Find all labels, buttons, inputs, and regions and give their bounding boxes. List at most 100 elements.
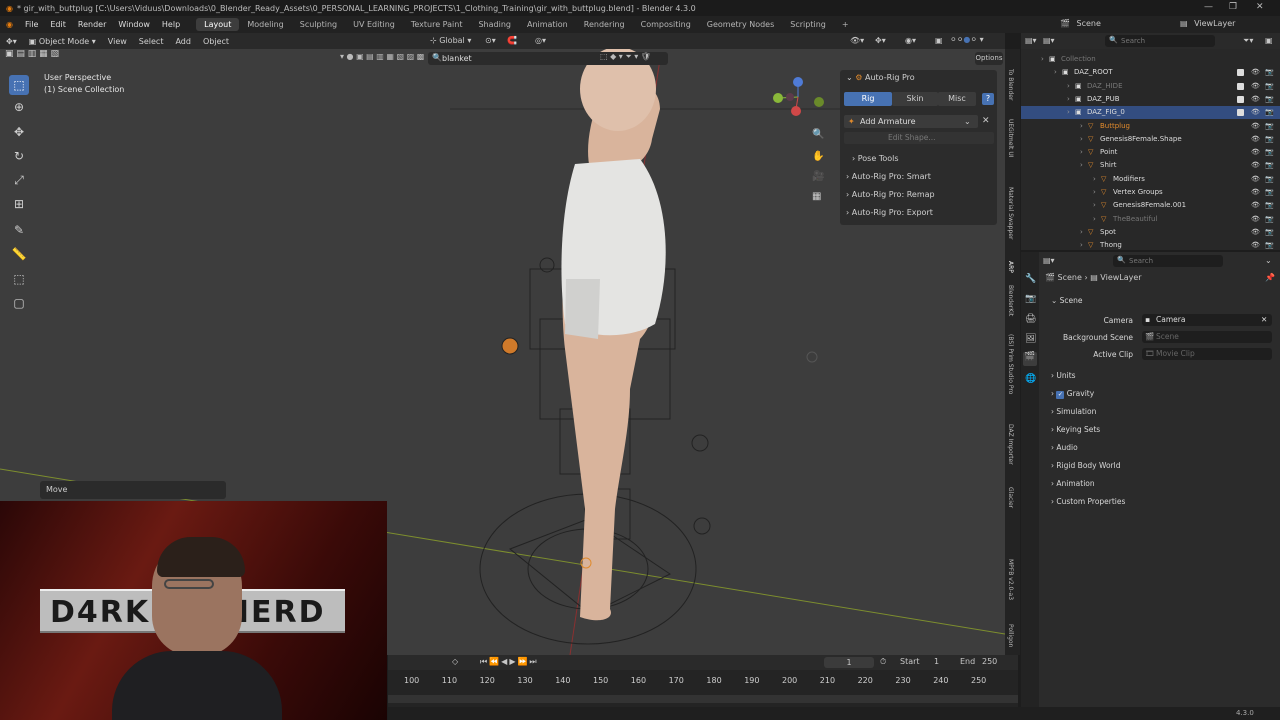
search-input[interactable]: blanket bbox=[442, 54, 472, 63]
tab-scripting[interactable]: Scripting bbox=[782, 18, 834, 31]
render-camera-icon[interactable]: 📷 bbox=[1265, 159, 1274, 172]
outliner-row[interactable]: › ▣ DAZ_FIG_0 👁 📷 bbox=[1021, 106, 1280, 120]
outliner-row[interactable]: › ▽ Modifiers 👁 📷 bbox=[1021, 173, 1280, 186]
visibility-eye-icon[interactable]: 👁 bbox=[1251, 66, 1260, 79]
move-tool-icon[interactable]: ✥ bbox=[9, 122, 29, 142]
world-tab-icon[interactable]: 🌐 bbox=[1025, 374, 1036, 384]
outliner-row[interactable]: › ▣ DAZ_ROOT 👁 📷 bbox=[1021, 66, 1280, 79]
camera-field[interactable]: ▪ Camera ✕ bbox=[1142, 314, 1272, 326]
outliner-row[interactable]: › ▽ Point 👁 📷 bbox=[1021, 146, 1280, 159]
outliner-row[interactable]: › ▽ Thong 👁 📷 bbox=[1021, 239, 1280, 250]
menu-help[interactable]: Help bbox=[156, 20, 186, 29]
render-tab-icon[interactable]: 📷 bbox=[1025, 294, 1036, 304]
tab-modeling[interactable]: Modeling bbox=[239, 18, 291, 31]
tab-material-swapper[interactable]: Material Swapper bbox=[1007, 187, 1014, 239]
playback-controls[interactable]: ⏮⏪◀▶⏩⏭ bbox=[480, 657, 539, 667]
render-camera-icon[interactable]: 📷 bbox=[1265, 199, 1274, 212]
scene-panel-header[interactable]: ⌄ Scene bbox=[1051, 296, 1083, 305]
properties-editor-icon[interactable]: ▤▾ bbox=[1043, 256, 1055, 265]
scene-selector[interactable]: 🎬 Scene bbox=[1060, 19, 1101, 28]
edit-shape-button[interactable]: Edit Shape... bbox=[844, 132, 994, 144]
shading-modes[interactable]: ⚪⚪●⚪ ▾ bbox=[950, 35, 984, 44]
gravity-panel[interactable]: › ✓ Gravity bbox=[1051, 389, 1094, 399]
visibility-eye-icon[interactable]: 👁 bbox=[1251, 213, 1260, 226]
cursor-tool-icon[interactable]: ⊕ bbox=[9, 97, 29, 117]
expand-icon[interactable]: › bbox=[1067, 106, 1070, 119]
close-icon[interactable]: ✕ bbox=[1256, 2, 1264, 12]
tab-animation[interactable]: Animation bbox=[519, 18, 576, 31]
expand-icon[interactable]: › bbox=[1080, 159, 1083, 172]
render-camera-icon[interactable]: 📷 bbox=[1265, 239, 1274, 250]
render-camera-icon[interactable]: 📷 bbox=[1265, 173, 1274, 186]
outliner-row[interactable]: › ▽ Buttplug 👁 📷 bbox=[1021, 120, 1280, 133]
expand-icon[interactable]: › bbox=[1054, 66, 1057, 79]
expand-icon[interactable]: › bbox=[1067, 80, 1070, 93]
timeline[interactable]: ◇ ⏮⏪◀▶⏩⏭ 1 ⏱ Start 1 End 250 100 110 120 13… bbox=[388, 655, 1018, 707]
properties-search-input[interactable]: Search bbox=[1129, 257, 1153, 265]
tab-polligon[interactable]: Polligon bbox=[1007, 624, 1014, 647]
expand-icon[interactable]: › bbox=[1080, 133, 1083, 146]
move-operator-panel[interactable]: Move bbox=[40, 481, 226, 499]
pose-tools-section[interactable]: › Pose Tools bbox=[852, 154, 899, 163]
outliner-row[interactable]: › ▽ Vertex Groups 👁 📷 bbox=[1021, 186, 1280, 199]
visibility-eye-icon[interactable]: 👁 bbox=[1251, 133, 1260, 146]
keying-sets-panel[interactable]: › Keying Sets bbox=[1051, 425, 1100, 434]
expand-icon[interactable]: › bbox=[1080, 120, 1083, 133]
visibility-eye-icon[interactable]: 👁 bbox=[1251, 146, 1260, 159]
measure-tool-icon[interactable]: 📏 bbox=[9, 244, 29, 264]
tab-arp[interactable]: ARP bbox=[1007, 261, 1014, 273]
units-panel[interactable]: › Units bbox=[1051, 371, 1076, 380]
render-camera-icon[interactable]: 📷 bbox=[1265, 186, 1274, 199]
tab-mpfb[interactable]: MPFB v2.0-a3 bbox=[1007, 559, 1014, 600]
tab-to-blender[interactable]: To Blender bbox=[1007, 69, 1014, 100]
orientation-dropdown[interactable]: ⊹ Global ▾ bbox=[430, 36, 471, 45]
expand-icon[interactable]: › bbox=[1080, 226, 1083, 239]
tab-geometry-nodes[interactable]: Geometry Nodes bbox=[699, 18, 782, 31]
tab-daz-importer[interactable]: DAZ Importer bbox=[1007, 424, 1014, 465]
tab-rig[interactable]: Rig bbox=[844, 92, 892, 106]
custom-properties-panel[interactable]: › Custom Properties bbox=[1051, 497, 1125, 506]
outliner-row[interactable]: › ▣ DAZ_PUB 👁 📷 bbox=[1021, 93, 1280, 106]
render-camera-icon[interactable]: 📷 bbox=[1265, 80, 1274, 93]
outliner-row[interactable]: › ▽ Genesis8Female.Shape 👁 📷 bbox=[1021, 133, 1280, 146]
expand-icon[interactable]: › bbox=[1080, 146, 1083, 159]
view-object-types-icon[interactable]: 👁▾ bbox=[850, 36, 864, 45]
exclude-checkbox[interactable] bbox=[1237, 69, 1244, 77]
view-layer-selector[interactable]: ▤ ViewLayer bbox=[1180, 19, 1235, 28]
view-menu[interactable]: View bbox=[102, 37, 133, 46]
camera-view-icon[interactable]: 🎥 bbox=[812, 171, 824, 182]
start-field[interactable]: 1 bbox=[934, 657, 939, 666]
properties-chevron-icon[interactable]: ⌄ bbox=[1265, 256, 1272, 265]
minimize-icon[interactable]: — bbox=[1204, 2, 1213, 12]
object-mode-dropdown[interactable]: ▣ Object Mode ▾ bbox=[23, 37, 102, 46]
add-armature-dropdown[interactable]: ✦ Add Armature ⌄ bbox=[844, 115, 978, 128]
visibility-eye-icon[interactable]: 👁 bbox=[1251, 173, 1260, 186]
tab-blenderkit[interactable]: BlenderKit bbox=[1007, 285, 1014, 316]
visibility-eye-icon[interactable]: 👁 bbox=[1251, 120, 1260, 133]
proportional-icon[interactable]: ◎▾ bbox=[535, 36, 546, 45]
expand-icon[interactable]: › bbox=[1067, 93, 1070, 106]
arp-smart-section[interactable]: › Auto-Rig Pro: Smart bbox=[846, 172, 931, 181]
expand-icon[interactable]: › bbox=[1080, 239, 1083, 250]
audio-panel[interactable]: › Audio bbox=[1051, 443, 1078, 452]
timeline-scrollbar[interactable] bbox=[388, 695, 1018, 703]
visibility-eye-icon[interactable]: 👁 bbox=[1251, 93, 1260, 106]
select-tool-icon[interactable]: ⬚ bbox=[9, 75, 29, 95]
overlay-icon[interactable]: ◉▾ bbox=[905, 36, 916, 45]
help-icon[interactable]: ? bbox=[982, 93, 994, 105]
select-mode-buttons[interactable]: ▣ ▤ ▥ ▦ ▧ bbox=[5, 49, 103, 66]
expand-icon[interactable]: › bbox=[1041, 53, 1044, 66]
pan-hand-icon[interactable]: ✋ bbox=[812, 151, 824, 162]
render-camera-icon[interactable]: 📷 bbox=[1265, 106, 1274, 119]
expand-icon[interactable]: › bbox=[1093, 199, 1096, 212]
outliner-row[interactable]: › ▣ DAZ_HIDE 👁 📷 bbox=[1021, 80, 1280, 93]
tab-uegitmelt[interactable]: UEGitmelt UI bbox=[1007, 119, 1014, 157]
tab-shading[interactable]: Shading bbox=[470, 18, 519, 31]
background-scene-field[interactable]: 🎬 Scene bbox=[1142, 331, 1272, 343]
select-menu[interactable]: Select bbox=[133, 37, 170, 46]
tab-rendering[interactable]: Rendering bbox=[576, 18, 633, 31]
object-menu[interactable]: Object bbox=[197, 37, 235, 46]
tab-sculpting[interactable]: Sculpting bbox=[292, 18, 345, 31]
visibility-eye-icon[interactable]: 👁 bbox=[1251, 106, 1260, 119]
menu-edit[interactable]: Edit bbox=[44, 20, 72, 29]
